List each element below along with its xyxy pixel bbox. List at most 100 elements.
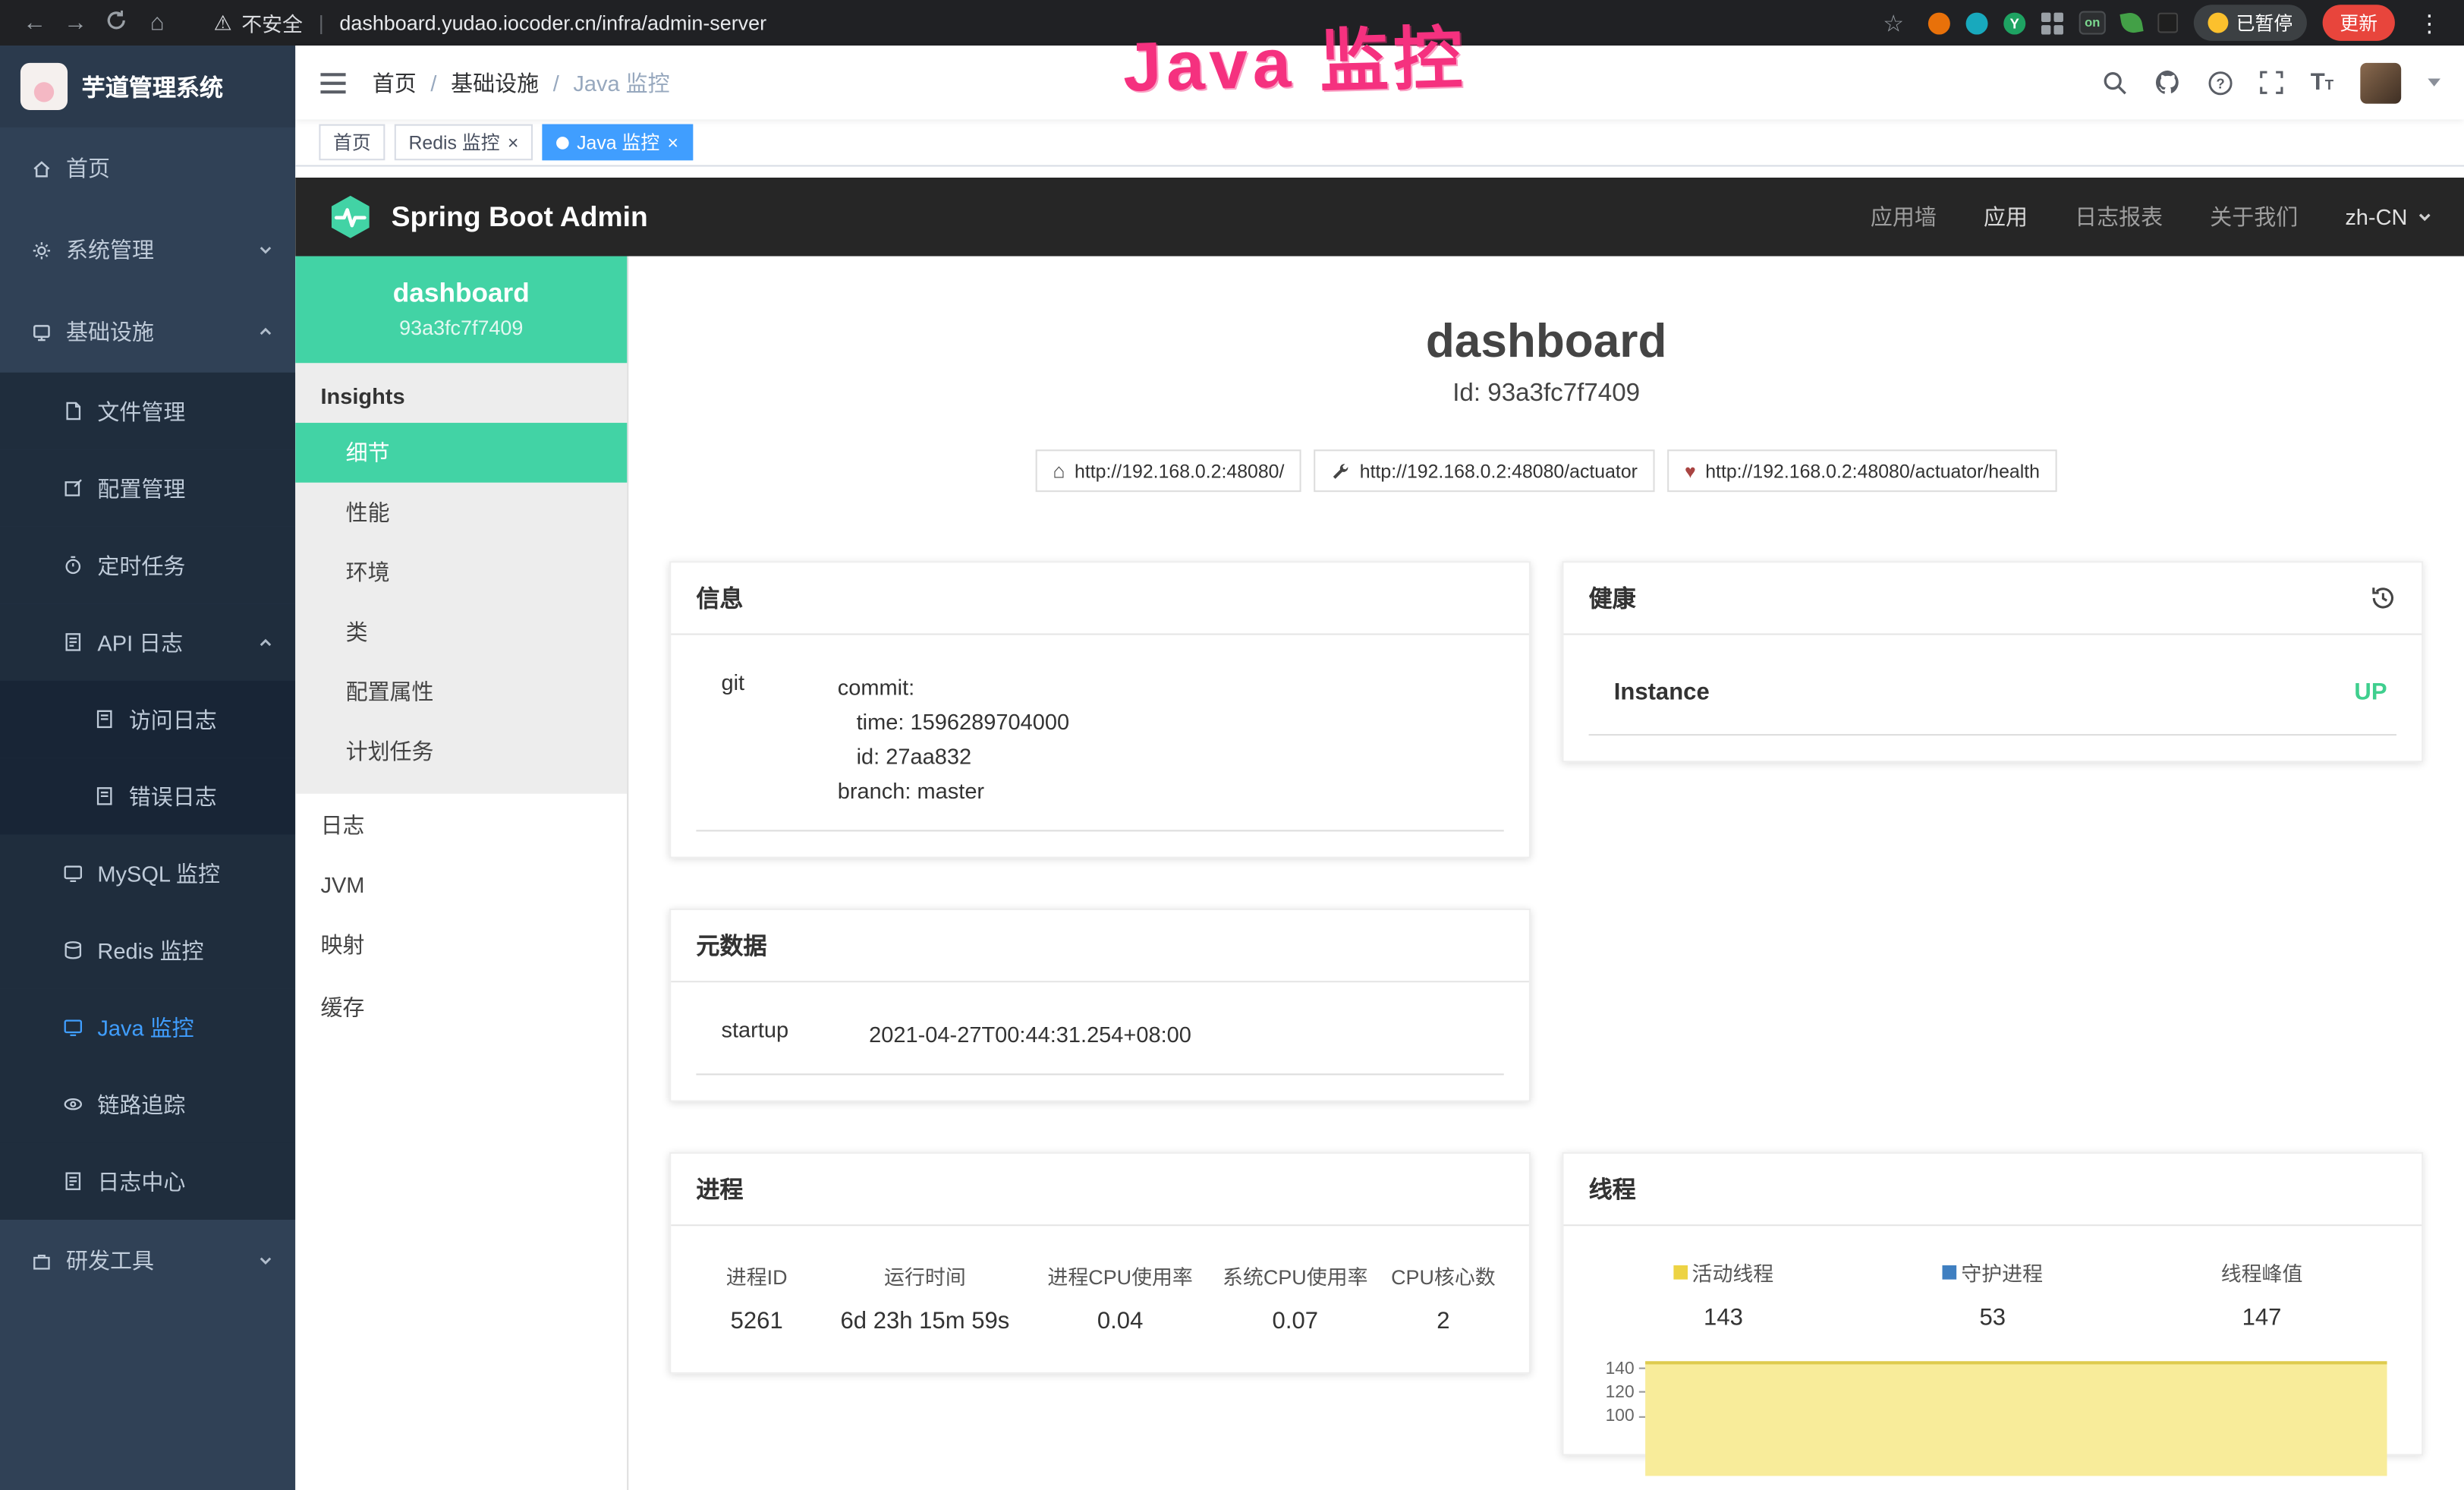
gear-icon <box>31 240 52 260</box>
sba-menu-item-config-props[interactable]: 配置属性 <box>295 662 627 722</box>
chevron-down-icon <box>2417 209 2433 225</box>
sba-menu-item-metrics[interactable]: 性能 <box>295 483 627 543</box>
threads-card: 线程 活动线程 守护进程 <box>1562 1152 2423 1456</box>
sba-menu-item-details[interactable]: 细节 <box>295 423 627 483</box>
browser-menu-icon[interactable]: ⋮ <box>2411 8 2449 36</box>
sba-header: Spring Boot Admin 应用墙 应用 日志报表 关于我们 zh-CN <box>295 178 2464 257</box>
site-security[interactable]: ⚠ 不安全 <box>214 8 303 37</box>
sidebar-item-trace[interactable]: 链路追踪 <box>0 1066 295 1142</box>
sba-menu-item-environment[interactable]: 环境 <box>295 542 627 602</box>
bookmark-star-icon[interactable]: ☆ <box>1874 8 1912 36</box>
search-button[interactable] <box>2103 70 2128 95</box>
screen: Java 监控 ← → ⌂ ⚠ 不安全 | dashboard.yudao.io… <box>0 0 2464 1490</box>
warning-icon: ⚠ <box>214 10 232 35</box>
sba-language-select[interactable]: zh-CN <box>2345 204 2432 229</box>
github-button[interactable] <box>2155 69 2182 96</box>
instance-link-health[interactable]: ♥ http://192.168.0.2:48080/actuator/heal… <box>1667 449 2056 492</box>
sidebar-item-error-logs[interactable]: 错误日志 <box>0 758 295 834</box>
info-key: git <box>696 669 837 808</box>
log-icon <box>94 786 115 806</box>
git-branch: branch: master <box>838 773 1504 808</box>
sidebar-item-api-logs[interactable]: API 日志 <box>0 603 295 680</box>
language-label: zh-CN <box>2345 204 2407 229</box>
extension-lion-icon[interactable] <box>1928 12 1950 34</box>
sidebar-item-config-management[interactable]: 配置管理 <box>0 449 295 526</box>
y-tick: 120 <box>1606 1383 1635 1402</box>
sidebar-item-label: 链路追踪 <box>97 1088 185 1120</box>
smiley-icon <box>2208 13 2228 33</box>
sba-nav-about[interactable]: 关于我们 <box>2210 201 2298 232</box>
sidebar-item-log-center[interactable]: 日志中心 <box>0 1142 295 1219</box>
sidebar-item-infrastructure[interactable]: 基础设施 <box>0 291 295 373</box>
forward-icon[interactable]: → <box>57 9 95 36</box>
threads-legend: 活动线程 守护进程 线程峰值 143 <box>1589 1251 2396 1331</box>
sba-menu-item-scheduled-tasks[interactable]: 计划任务 <box>295 721 627 781</box>
tab-java-monitor[interactable]: Java 监控 × <box>543 124 693 161</box>
blue-swatch-icon <box>1942 1265 1956 1280</box>
cards-grid: 信息 git commit: time: 1596289704000 id: 2… <box>669 561 2423 1455</box>
y-tick: 100 <box>1606 1407 1635 1426</box>
sba-menu-item-classes[interactable]: 类 <box>295 602 627 662</box>
update-button[interactable]: 更新 <box>2323 5 2395 41</box>
sidebar-item-access-logs[interactable]: 访问日志 <box>0 681 295 758</box>
hamburger-button[interactable] <box>319 70 347 95</box>
breadcrumb-home[interactable]: 首页 <box>373 67 417 98</box>
sba-nav-journal[interactable]: 日志报表 <box>2075 201 2163 232</box>
extension-leaf-icon[interactable] <box>2119 11 2143 34</box>
sidebar-item-system[interactable]: 系统管理 <box>0 209 295 291</box>
sba-menu-item-mappings[interactable]: 映射 <box>295 913 627 976</box>
instance-link-base[interactable]: ⌂ http://192.168.0.2:48080/ <box>1036 449 1302 492</box>
chevron-up-icon <box>258 629 274 654</box>
chevron-up-icon <box>258 319 274 344</box>
breadcrumb-infrastructure[interactable]: 基础设施 <box>451 67 539 98</box>
git-commit: commit: <box>838 669 1504 704</box>
info-card-title: 信息 <box>671 562 1529 635</box>
legend-label: 活动线程 <box>1692 1258 1774 1287</box>
yellow-swatch-icon <box>1673 1265 1688 1280</box>
extension-on-icon[interactable]: on <box>2079 11 2106 34</box>
sidebar-item-dev-tools[interactable]: 研发工具 <box>0 1220 295 1302</box>
extension-grid-icon[interactable] <box>2041 12 2063 34</box>
history-icon[interactable] <box>2370 584 2396 611</box>
active-dot <box>556 136 569 149</box>
java-monitor-icon <box>63 1017 83 1038</box>
sidebar-item-mysql-monitor[interactable]: MySQL 监控 <box>0 835 295 912</box>
sidebar-item-file-management[interactable]: 文件管理 <box>0 373 295 449</box>
sidebar-item-redis-monitor[interactable]: Redis 监控 <box>0 912 295 988</box>
instance-name: dashboard <box>311 279 612 310</box>
avatar[interactable] <box>2360 62 2401 103</box>
sba-menu-item-caches[interactable]: 缓存 <box>295 976 627 1039</box>
link-label: http://192.168.0.2:48080/actuator <box>1360 460 1638 482</box>
sidebar-item-scheduled-tasks[interactable]: 定时任务 <box>0 527 295 603</box>
sba-instance-header[interactable]: dashboard 93a3fc7f7409 <box>295 257 627 364</box>
recorder-paused-badge[interactable]: 已暂停 <box>2194 5 2307 41</box>
sba-nav-wallboard[interactable]: 应用墙 <box>1871 201 1937 232</box>
back-icon[interactable]: ← <box>16 9 54 36</box>
tab-close-icon[interactable]: × <box>668 133 679 152</box>
browser-extensions: ☆ Y on 已暂停 更新 ⋮ <box>1874 5 2448 41</box>
sidebar-item-home[interactable]: 首页 <box>0 128 295 209</box>
log-icon <box>94 709 115 729</box>
sba-menu-item-logs[interactable]: 日志 <box>295 794 627 857</box>
tab-close-icon[interactable]: × <box>508 133 519 152</box>
sba-menu-item-jvm[interactable]: JVM <box>295 857 627 914</box>
help-button[interactable]: ? <box>2208 70 2233 95</box>
tab-redis-monitor[interactable]: Redis 监控 × <box>395 124 533 161</box>
wrench-icon <box>1332 461 1351 480</box>
instance-link-actuator[interactable]: http://192.168.0.2:48080/actuator <box>1314 449 1655 492</box>
sba-nav-applications[interactable]: 应用 <box>1984 201 2028 232</box>
extension-pin-icon[interactable] <box>2157 13 2178 33</box>
tab-home[interactable]: 首页 <box>319 124 385 161</box>
extension-drop-icon[interactable] <box>1966 12 1988 34</box>
fullscreen-button[interactable] <box>2260 71 2283 94</box>
address-bar[interactable]: dashboard.yudao.iocoder.cn/infra/admin-s… <box>339 11 1871 34</box>
extension-y-icon[interactable]: Y <box>2003 12 2025 34</box>
reload-icon[interactable] <box>97 8 135 36</box>
home-icon[interactable]: ⌂ <box>138 9 176 36</box>
sidebar-item-java-monitor[interactable]: Java 监控 <box>0 989 295 1066</box>
main-column: 首页 / 基础设施 / Java 监控 ? <box>295 46 2464 1490</box>
sba-sidebar: dashboard 93a3fc7f7409 Insights 细节 性能 环境… <box>295 257 628 1490</box>
sidebar-item-label: Redis 监控 <box>97 934 203 966</box>
metadata-key: startup <box>696 1017 869 1052</box>
font-size-button[interactable]: TT <box>2311 68 2333 96</box>
